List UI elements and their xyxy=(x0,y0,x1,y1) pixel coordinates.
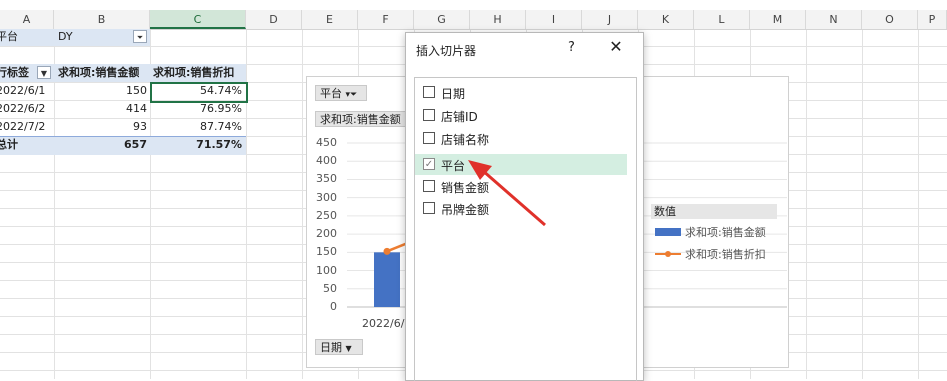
field-label: 销售金额 xyxy=(441,181,490,195)
insert-slicer-dialog: 插入切片器 ? ✕ 日期 店铺ID 店铺名称 ✓ 平台 销售金额 吊牌金额 xyxy=(405,32,644,381)
slicer-field-platform[interactable]: ✓ 平台 xyxy=(415,154,627,175)
slicer-field-store-id[interactable]: 店铺ID xyxy=(415,105,627,126)
legend-bar-swatch xyxy=(655,228,681,236)
line-point-sales-discount[interactable] xyxy=(383,247,391,255)
legend-item-amount[interactable]: 求和项:销售金额 xyxy=(655,224,785,240)
pivot-header-row-label: 行标签 xyxy=(0,66,29,79)
checkbox[interactable] xyxy=(423,202,435,214)
pivot-row-discount[interactable]: 87.74% xyxy=(150,118,242,136)
help-icon[interactable]: ? xyxy=(568,40,575,55)
pivot-header-amount: 求和项:销售金额 xyxy=(58,66,140,79)
column-header-p[interactable]: P xyxy=(918,10,947,29)
legend-title: 数值 xyxy=(651,204,777,219)
dialog-title: 插入切片器 xyxy=(416,44,477,58)
checkbox-checked[interactable]: ✓ xyxy=(423,158,435,170)
close-icon[interactable]: ✕ xyxy=(606,37,626,56)
filter-value[interactable]: DY xyxy=(58,28,73,46)
bar-sales-amount[interactable] xyxy=(374,252,400,307)
field-label: 日期 xyxy=(441,87,466,101)
pivot-row-label[interactable]: 2022/6/2 xyxy=(0,100,45,118)
field-label: 平台 xyxy=(441,159,466,173)
field-label: 店铺名称 xyxy=(441,133,490,147)
column-header-m[interactable]: M xyxy=(750,10,806,29)
pivot-header-discount: 求和项:销售折扣 xyxy=(153,66,235,79)
field-label: 吊牌金额 xyxy=(441,203,490,217)
column-header-k[interactable]: K xyxy=(638,10,694,29)
column-header-f[interactable]: F xyxy=(358,10,414,29)
legend-line-marker xyxy=(665,251,671,257)
column-header-i[interactable]: I xyxy=(526,10,582,29)
column-header-c[interactable]: C xyxy=(150,10,246,29)
field-label: 店铺ID xyxy=(441,110,478,124)
slicer-field-list[interactable]: 日期 店铺ID 店铺名称 ✓ 平台 销售金额 吊牌金额 xyxy=(414,77,637,381)
legend-item-discount[interactable]: 求和项:销售折扣 xyxy=(655,246,785,262)
slicer-field-store-name[interactable]: 店铺名称 xyxy=(415,128,627,149)
column-header-l[interactable]: L xyxy=(694,10,750,29)
pivot-row-label[interactable]: 2022/6/1 xyxy=(0,82,45,100)
pivot-row-amount[interactable]: 414 xyxy=(54,100,147,118)
pivot-total-discount: 71.57% xyxy=(196,138,242,151)
slicer-field-date[interactable]: 日期 xyxy=(415,82,627,103)
filter-row-band xyxy=(0,29,150,46)
column-header-a[interactable]: A xyxy=(0,10,54,29)
column-header-d[interactable]: D xyxy=(246,10,302,29)
row-label-dropdown-icon[interactable]: ▼ xyxy=(37,66,51,79)
pivot-row-discount[interactable]: 76.95% xyxy=(150,100,242,118)
pivot-total-label: 总计 xyxy=(0,138,18,151)
column-header-o[interactable]: O xyxy=(862,10,918,29)
checkbox[interactable] xyxy=(423,132,435,144)
filter-label: 平台 xyxy=(0,30,18,43)
legend-label-amount: 求和项:销售金额 xyxy=(685,226,766,239)
slicer-field-tag-amount[interactable]: 吊牌金额 xyxy=(415,198,627,219)
checkbox[interactable] xyxy=(423,180,435,192)
column-header-g[interactable]: G xyxy=(414,10,470,29)
column-header-b[interactable]: B xyxy=(54,10,150,29)
pivot-row-amount[interactable]: 150 xyxy=(54,82,147,100)
checkbox[interactable] xyxy=(423,86,435,98)
column-header-n[interactable]: N xyxy=(806,10,862,29)
slicer-field-sales-amount[interactable]: 销售金额 xyxy=(415,176,627,197)
legend-label-discount: 求和项:销售折扣 xyxy=(685,248,766,261)
column-header-h[interactable]: H xyxy=(470,10,526,29)
pivot-row-amount[interactable]: 93 xyxy=(54,118,147,136)
column-header-e[interactable]: E xyxy=(302,10,358,29)
pivot-total-amount: 657 xyxy=(124,138,147,151)
pivot-row-label[interactable]: 2022/7/2 xyxy=(0,118,45,136)
column-header-j[interactable]: J xyxy=(582,10,638,29)
column-header-bar: A B C D E F G H I J K L M N O P xyxy=(0,10,947,30)
filter-funnel-icon[interactable]: ⏷ xyxy=(133,30,147,43)
checkbox[interactable] xyxy=(423,109,435,121)
